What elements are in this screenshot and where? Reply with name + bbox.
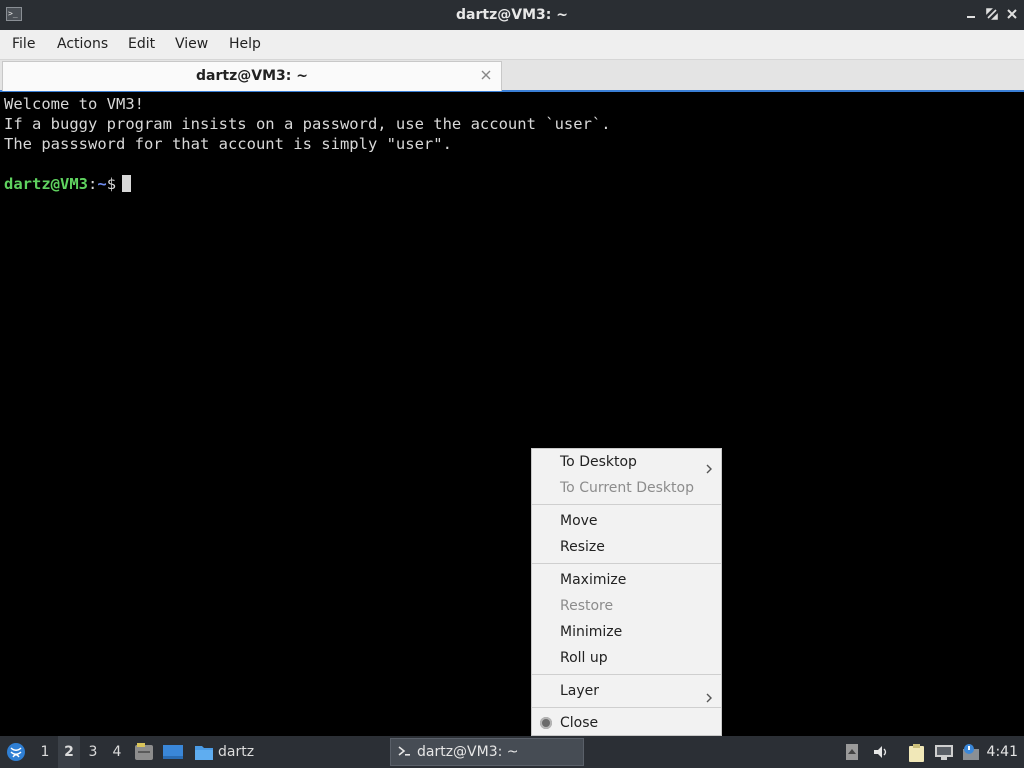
menu-item-label: To Current Desktop (560, 480, 694, 496)
menu-item-close[interactable]: Close (532, 710, 721, 736)
window-context-menu: To Desktop To Current Desktop Move Resiz… (531, 448, 722, 736)
restore-icon[interactable] (985, 7, 999, 21)
tab-terminal[interactable]: dartz@VM3: ~ (2, 61, 502, 91)
menu-item-label: Restore (560, 598, 614, 614)
menu-file[interactable]: File (12, 30, 35, 59)
menu-item-move[interactable]: Move (532, 508, 721, 534)
network-icon[interactable] (934, 743, 954, 765)
close-icon[interactable] (1005, 7, 1019, 21)
menu-item-label: Maximize (560, 572, 627, 588)
menu-item-label: Move (560, 513, 598, 529)
workspace-4[interactable]: 4 (106, 736, 128, 768)
menu-item-resize[interactable]: Resize (532, 534, 721, 560)
menu-item-label: To Desktop (560, 454, 637, 470)
menu-item-restore: Restore (532, 593, 721, 619)
menu-item-label: Resize (560, 539, 605, 555)
prompt-symbol: $ (106, 175, 117, 193)
menu-item-label: Close (560, 715, 599, 731)
menu-item-layer[interactable]: Layer (532, 678, 721, 704)
menu-item-to-current-desktop: To Current Desktop (532, 475, 721, 501)
menu-separator (532, 563, 721, 564)
tab-bar: dartz@VM3: ~ (0, 60, 1024, 92)
taskbar: 1 2 3 4 dartz dartz@VM3: ~ 4:41 (0, 736, 1024, 768)
menu-edit[interactable]: Edit (128, 30, 155, 59)
update-notifier-icon[interactable] (960, 743, 982, 765)
menu-item-minimize[interactable]: Minimize (532, 619, 721, 645)
menu-item-roll-up[interactable]: Roll up (532, 645, 721, 671)
menubar: File Actions Edit View Help (0, 30, 1024, 60)
menu-actions[interactable]: Actions (57, 30, 108, 59)
workspace-2[interactable]: 2 (58, 736, 80, 768)
minimize-icon[interactable] (964, 7, 978, 21)
terminal-line: The passsword for that account is simply… (4, 135, 452, 153)
menu-separator (532, 674, 721, 675)
menu-item-maximize[interactable]: Maximize (532, 567, 721, 593)
workspace-3[interactable]: 3 (82, 736, 104, 768)
volume-icon[interactable] (872, 743, 890, 765)
menu-item-to-desktop[interactable]: To Desktop (532, 449, 721, 475)
text-cursor (122, 175, 132, 192)
prompt-separator: : (88, 175, 98, 193)
tab-close-icon[interactable] (479, 68, 493, 82)
terminal-area[interactable]: Welcome to VM3! If a buggy program insis… (0, 92, 1024, 736)
prompt-path: ~ (97, 175, 107, 193)
menu-separator (532, 504, 721, 505)
workspace-1[interactable]: 1 (34, 736, 56, 768)
menu-item-label: Layer (560, 683, 600, 699)
file-manager-launcher-icon[interactable] (134, 743, 154, 765)
menu-item-label: Minimize (560, 624, 623, 640)
tab-label: dartz@VM3: ~ (196, 68, 308, 84)
window-titlebar[interactable]: >_ dartz@VM3: ~ (0, 0, 1024, 30)
folder-label[interactable]: dartz (218, 736, 254, 768)
terminal-line: Welcome to VM3! (4, 95, 144, 113)
menu-view[interactable]: View (175, 30, 208, 59)
menu-item-label: Roll up (560, 650, 608, 666)
menu-help[interactable]: Help (229, 30, 261, 59)
prompt-user-host: dartz@VM3 (4, 175, 88, 193)
terminal-task-icon (397, 744, 411, 762)
clipboard-icon[interactable] (907, 743, 927, 767)
taskbar-task-terminal[interactable]: dartz@VM3: ~ (390, 738, 584, 766)
chevron-right-icon (705, 457, 713, 474)
task-label: dartz@VM3: ~ (417, 744, 519, 760)
close-dot-icon (540, 717, 552, 729)
menu-separator (532, 707, 721, 708)
clock[interactable]: 4:41 (987, 736, 1018, 768)
window-title: dartz@VM3: ~ (456, 7, 568, 23)
terminal-prompt-line: dartz@VM3:~$ (4, 174, 132, 194)
chevron-right-icon (705, 686, 713, 703)
home-folder-icon[interactable] (194, 743, 214, 765)
start-menu-icon[interactable] (6, 742, 26, 762)
terminal-line: If a buggy program insists on a password… (4, 115, 611, 133)
up-arrow-icon[interactable] (845, 743, 859, 765)
show-desktop-icon[interactable] (162, 743, 184, 765)
